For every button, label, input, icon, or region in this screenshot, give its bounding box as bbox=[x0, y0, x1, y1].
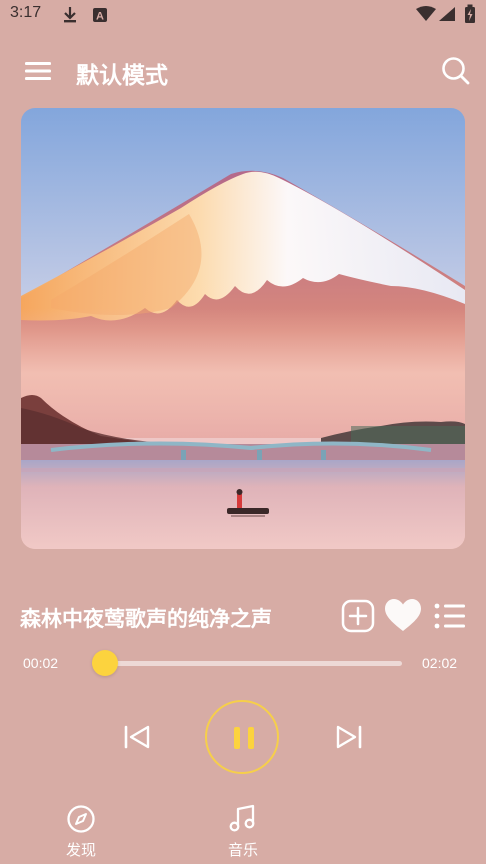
pause-icon bbox=[234, 727, 254, 749]
progress-thumb[interactable] bbox=[91, 650, 118, 676]
song-title: 森林中夜莺歌声的纯净之声 bbox=[20, 607, 272, 631]
page-title: 默认模式 bbox=[76, 63, 168, 89]
search-icon[interactable] bbox=[440, 55, 470, 85]
signal-icon bbox=[439, 7, 455, 21]
nav-label-discover: 发现 bbox=[65, 841, 96, 859]
wifi-icon bbox=[416, 6, 436, 21]
progress-bar[interactable] bbox=[92, 661, 402, 666]
battery-icon bbox=[465, 4, 475, 23]
a-badge-icon: A bbox=[93, 8, 107, 23]
album-artwork bbox=[21, 108, 465, 549]
svg-text:A: A bbox=[96, 11, 104, 23]
music-note-icon bbox=[229, 804, 255, 832]
next-icon[interactable] bbox=[334, 722, 364, 752]
nav-label-music: 音乐 bbox=[227, 841, 258, 859]
download-icon bbox=[64, 7, 76, 23]
menu-icon[interactable] bbox=[24, 60, 52, 82]
nav-item-music[interactable]: 音乐 bbox=[213, 804, 273, 860]
add-to-playlist-icon[interactable] bbox=[341, 599, 375, 633]
album-cover-image bbox=[21, 108, 465, 549]
heart-icon[interactable] bbox=[384, 598, 422, 634]
previous-icon[interactable] bbox=[122, 722, 152, 752]
compass-icon bbox=[67, 805, 95, 833]
nav-item-discover[interactable]: 发现 bbox=[51, 804, 111, 860]
play-pause-button[interactable] bbox=[205, 700, 279, 774]
status-time: 3:17 bbox=[10, 4, 42, 21]
playlist-icon[interactable] bbox=[434, 602, 466, 630]
total-time: 02:02 bbox=[422, 655, 458, 671]
elapsed-time: 00:02 bbox=[23, 655, 59, 671]
